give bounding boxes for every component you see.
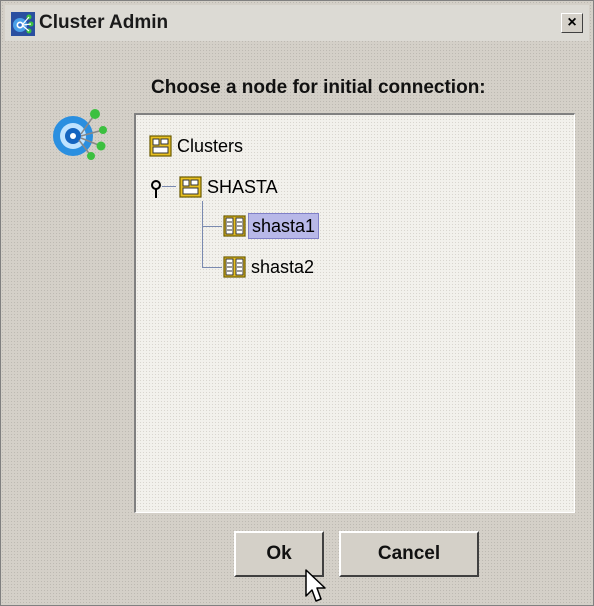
title-bar[interactable]: Cluster Admin × [5,5,589,41]
tree-connector [162,186,176,187]
tree-item-label: Clusters [177,136,244,156]
connection-prompt: Choose a node for initial connection: [151,77,486,98]
tree-item-shasta2[interactable]: shasta2 [222,254,317,280]
node-tree[interactable]: Clusters SHASTA shasta1 shasta2 [134,113,575,513]
cancel-button[interactable]: Cancel [339,531,479,577]
tree-connector [202,267,222,268]
tree-item-clusters[interactable]: Clusters [148,133,246,159]
tree-connector [202,226,222,227]
window-title: Cluster Admin [39,12,169,33]
tree-item-shasta1[interactable]: shasta1 [222,213,320,239]
cluster-folder-icon [179,176,202,198]
tree-item-label: shasta2 [251,257,315,277]
mouse-pointer-icon [305,569,326,602]
expand-toggle-icon[interactable] [150,179,162,199]
cluster-folder-icon [149,135,172,157]
server-node-icon [223,215,246,237]
app-icon [11,12,35,36]
tree-item-label: SHASTA [207,177,278,197]
tree-connector [202,201,203,267]
cluster-admin-dialog: Cluster Admin × Choose a node for initia… [0,0,594,606]
cluster-admin-logo-icon [53,109,107,160]
server-node-icon [223,256,246,278]
close-button[interactable]: × [561,13,583,33]
tree-item-shasta[interactable]: SHASTA [178,174,281,200]
tree-item-label: shasta1 [248,213,320,239]
